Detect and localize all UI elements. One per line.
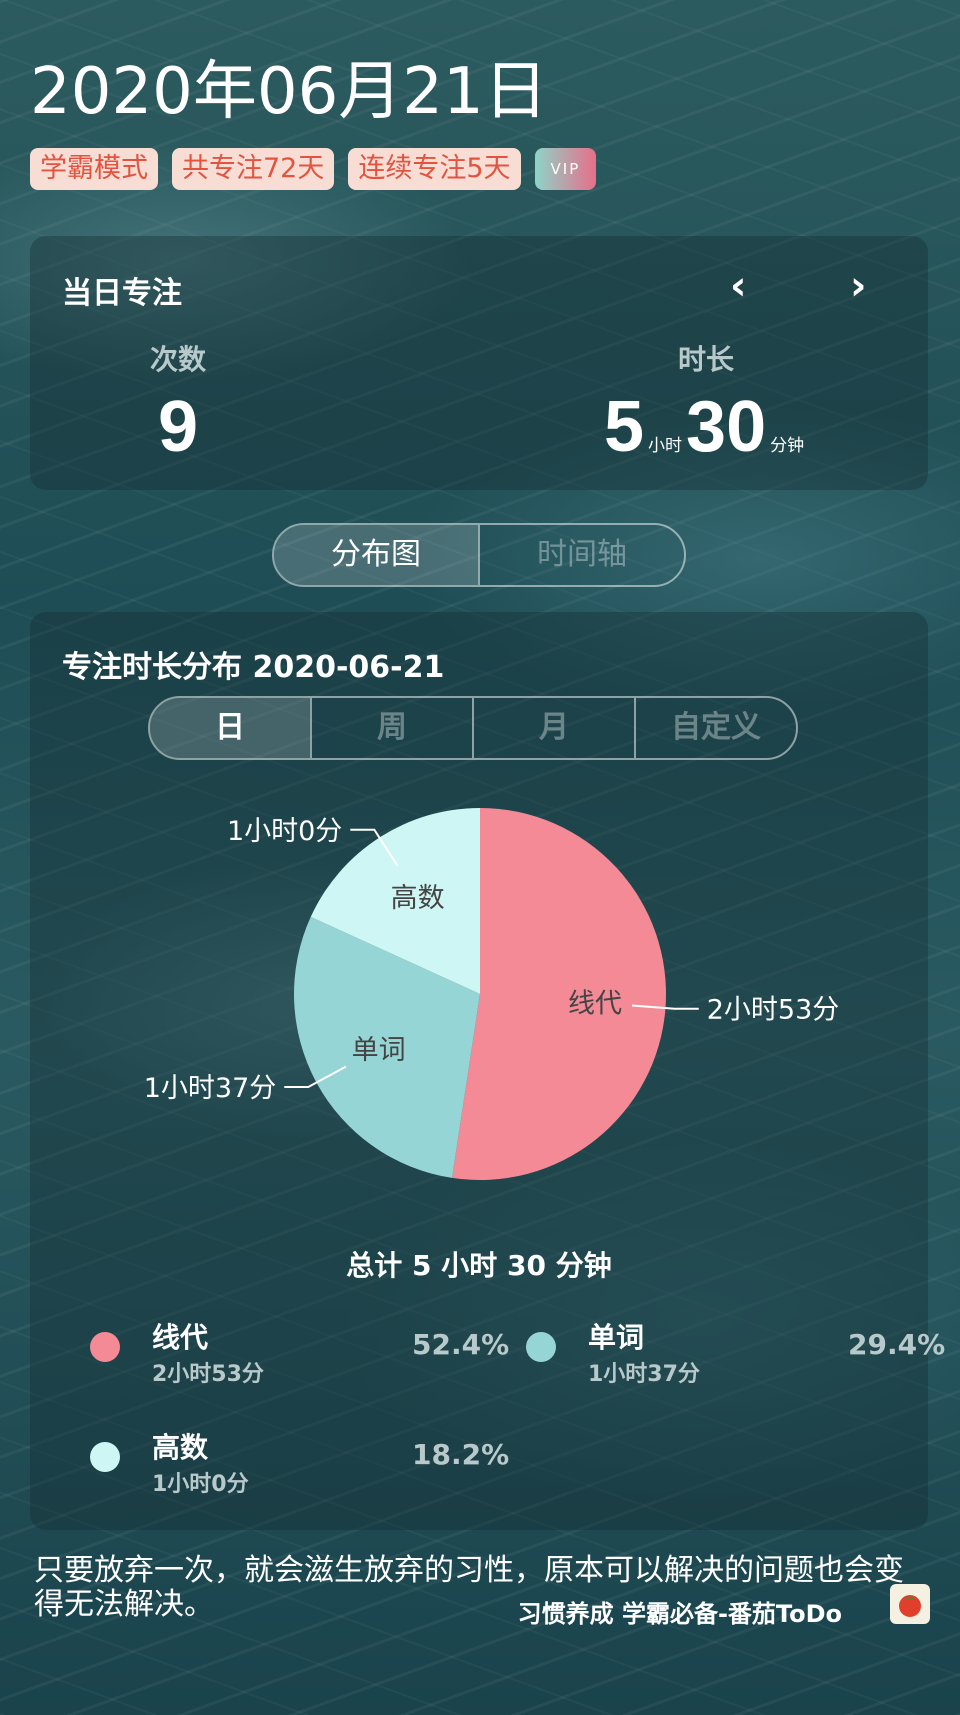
pie-slice-label: 线代 [568,989,622,1020]
pie-chart: 线代 2小时53分单词 1小时37分 高数 1小时0分 [144,808,840,1180]
hours-unit: 小时 [648,436,683,455]
total-days-tag[interactable]: 共专注72天 [172,148,335,190]
pie-slice-0[interactable] [452,808,667,1180]
legend-name: 高数 [152,1431,209,1464]
duration-value: 5 小时 30 分钟 [604,386,804,468]
legend-percent: 18.2% [412,1438,510,1471]
minutes-unit: 分钟 [770,436,805,455]
total-duration: 总计 5 小时 30 分钟 [346,1249,612,1282]
legend-duration: 1小时0分 [152,1472,249,1497]
pie-slice-label: 单词 [352,1035,406,1066]
streak-tag[interactable]: 连续专注5天 [348,148,521,190]
duration-label: 时长 [678,343,735,376]
today-focus-panel: 当日专注 ‹ › 次数 时长 9 5 小时 30 分钟 [30,236,928,490]
minutes-value: 30 [686,387,767,467]
chevron-right-icon[interactable]: › [850,266,866,306]
legend-percent: 52.4% [412,1328,510,1361]
legend-dot [526,1332,556,1362]
pie-value-label: 1小时0分 [227,816,342,847]
footer-slogan: 习惯养成 学霸必备-番茄ToDo [517,1600,842,1628]
date-title: 2020年06月21日 [30,55,548,129]
pie-value-label: 1小时37分 [144,1073,277,1104]
today-focus-title: 当日专注 [62,276,182,311]
legend-dot [90,1332,120,1362]
mode-tag[interactable]: 学霸模式 [30,148,158,190]
count-value: 9 [158,387,199,467]
legend-duration: 1小时37分 [588,1362,700,1387]
vip-badge[interactable]: VIP [534,148,597,190]
pie-value-label: 2小时53分 [707,995,840,1026]
legend-duration: 2小时53分 [152,1362,264,1387]
legend-name: 单词 [588,1321,645,1354]
chevron-left-icon[interactable]: ‹ [730,266,746,306]
distribution-panel: 专注时长分布 2020-06-21 日 周 月 自定义 线代 2小时53分 单词 1小… [30,612,945,1530]
view-toggle: 分布图 时间轴 [272,523,686,587]
tab-distribution[interactable]: 分布图 [274,525,478,585]
pie-slice-label: 高数 [391,883,445,914]
tag-row: 学霸模式 共专注72天 连续专注5天 VIP [30,148,597,190]
hours-value: 5 [604,387,645,467]
count-label: 次数 [150,343,207,376]
tab-timeline[interactable]: 时间轴 [478,525,684,585]
tomato-icon [890,1584,930,1624]
legend-percent: 29.4% [848,1328,946,1361]
legend-name: 线代 [152,1321,209,1354]
legend-dot [90,1442,120,1472]
